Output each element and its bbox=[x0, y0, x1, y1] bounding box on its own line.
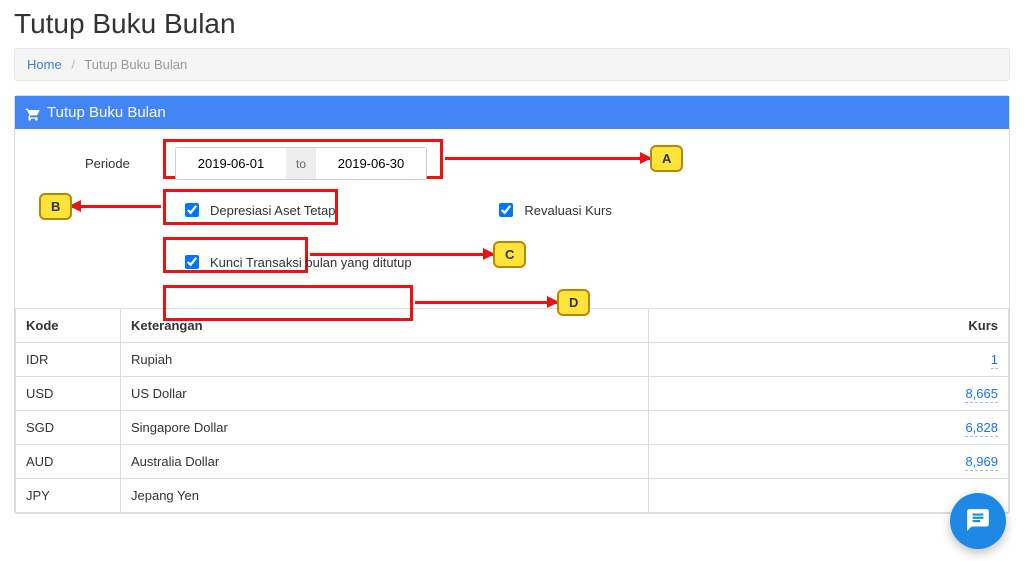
cell-kurs[interactable]: 8,969 bbox=[649, 445, 1009, 479]
kunci-label: Kunci Transaksi bulan yang ditutup bbox=[210, 255, 412, 270]
revaluasi-checkbox[interactable] bbox=[499, 203, 513, 217]
table-row: SGD Singapore Dollar 6,828 bbox=[16, 411, 1009, 445]
page-title: Tutup Buku Bulan bbox=[14, 8, 1024, 40]
cell-keterangan: Rupiah bbox=[121, 343, 649, 377]
cell-keterangan: Jepang Yen bbox=[121, 479, 649, 513]
table-row: IDR Rupiah 1 bbox=[16, 343, 1009, 377]
col-keterangan-header: Keterangan bbox=[121, 309, 649, 343]
cell-kurs[interactable]: 8,665 bbox=[649, 377, 1009, 411]
cell-kode: SGD bbox=[16, 411, 121, 445]
cell-kode: USD bbox=[16, 377, 121, 411]
periode-row: Periode to bbox=[35, 147, 989, 180]
breadcrumb-current: Tutup Buku Bulan bbox=[84, 57, 187, 72]
col-kode-header: Kode bbox=[16, 309, 121, 343]
revaluasi-check-row: Revaluasi Kurs bbox=[489, 194, 621, 226]
kurs-table: Kode Keterangan Kurs IDR Rupiah 1 USD US… bbox=[15, 308, 1009, 513]
cell-kurs[interactable]: 1 bbox=[649, 343, 1009, 377]
table-header-row: Kode Keterangan Kurs bbox=[16, 309, 1009, 343]
cell-keterangan: Australia Dollar bbox=[121, 445, 649, 479]
periode-date-range: to bbox=[175, 147, 427, 180]
breadcrumb-separator: / bbox=[71, 57, 75, 72]
table-row: AUD Australia Dollar 8,969 bbox=[16, 445, 1009, 479]
periode-date-separator: to bbox=[286, 148, 316, 179]
cart-icon bbox=[25, 106, 41, 120]
periode-date-from-input[interactable] bbox=[176, 148, 286, 179]
cell-kode: IDR bbox=[16, 343, 121, 377]
depresiasi-check-row: Depresiasi Aset Tetap bbox=[175, 194, 346, 226]
col-kurs-header: Kurs bbox=[649, 309, 1009, 343]
cell-kode: AUD bbox=[16, 445, 121, 479]
panel-header: Tutup Buku Bulan bbox=[15, 96, 1009, 129]
periode-date-to-input[interactable] bbox=[316, 148, 426, 179]
revaluasi-label: Revaluasi Kurs bbox=[524, 203, 611, 218]
cell-kode: JPY bbox=[16, 479, 121, 513]
cell-kurs[interactable]: 6,828 bbox=[649, 411, 1009, 445]
chat-fab-button[interactable] bbox=[950, 493, 1006, 549]
table-row: JPY Jepang Yen bbox=[16, 479, 1009, 513]
kunci-check-row: Kunci Transaksi bulan yang ditutup bbox=[175, 246, 422, 278]
breadcrumb: Home / Tutup Buku Bulan bbox=[14, 48, 1010, 81]
depresiasi-checkbox[interactable] bbox=[185, 203, 199, 217]
form-area: Periode to Depresiasi Aset Tetap Revalua… bbox=[15, 129, 1009, 308]
kunci-checkbox[interactable] bbox=[185, 255, 199, 269]
cell-keterangan: Singapore Dollar bbox=[121, 411, 649, 445]
breadcrumb-home-link[interactable]: Home bbox=[27, 57, 62, 72]
chat-icon bbox=[965, 507, 991, 536]
panel-title: Tutup Buku Bulan bbox=[47, 104, 166, 121]
periode-label: Periode bbox=[35, 156, 175, 171]
cell-keterangan: US Dollar bbox=[121, 377, 649, 411]
main-panel: Tutup Buku Bulan A B C D Periode to bbox=[14, 95, 1010, 514]
table-row: USD US Dollar 8,665 bbox=[16, 377, 1009, 411]
depresiasi-label: Depresiasi Aset Tetap bbox=[210, 203, 336, 218]
